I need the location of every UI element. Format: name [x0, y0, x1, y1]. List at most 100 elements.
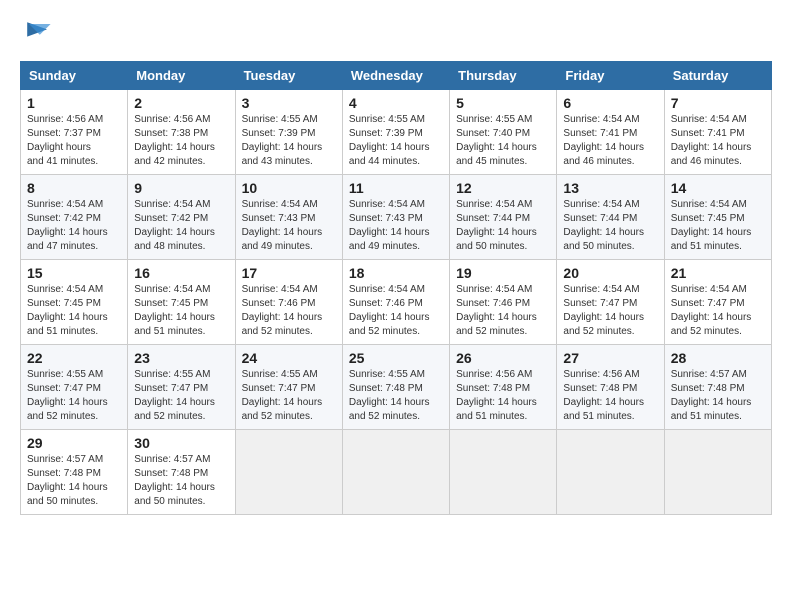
day-cell-8: 8 Sunrise: 4:54 AMSunset: 7:42 PMDaylight…	[21, 175, 128, 260]
day-info: Sunrise: 4:55 AMSunset: 7:47 PMDaylight:…	[27, 368, 121, 424]
day-info: Sunrise: 4:56 AMSunset: 7:38 PMDaylight:…	[134, 113, 228, 169]
day-number: 21	[671, 265, 765, 281]
week-row-1: 8 Sunrise: 4:54 AMSunset: 7:42 PMDaylight…	[21, 175, 772, 260]
day-cell-16: 16 Sunrise: 4:54 AMSunset: 7:45 PMDayligh…	[128, 260, 235, 345]
day-number: 2	[134, 95, 228, 111]
day-cell-15: 15Sunrise: 4:54 AMSunset: 7:45 PMDayligh…	[21, 260, 128, 345]
day-info: Sunrise: 4:54 AMSunset: 7:46 PMDaylight:…	[456, 283, 550, 339]
calendar-header-row: SundayMondayTuesdayWednesdayThursdayFrid…	[21, 62, 772, 90]
day-info: Sunrise: 4:56 AMSunset: 7:37 PMDaylight …	[27, 113, 121, 169]
day-cell-13: 13 Sunrise: 4:54 AMSunset: 7:44 PMDayligh…	[557, 175, 664, 260]
day-number: 19	[456, 265, 550, 281]
day-info: Sunrise: 4:54 AMSunset: 7:44 PMDaylight:…	[563, 198, 657, 254]
day-number: 3	[242, 95, 336, 111]
day-cell-1: 1 Sunrise: 4:56 AMSunset: 7:37 PMDaylight…	[21, 90, 128, 175]
day-cell-29: 29 Sunrise: 4:57 AMSunset: 7:48 PMDayligh…	[21, 430, 128, 515]
day-number: 13	[563, 180, 657, 196]
page: SundayMondayTuesdayWednesdayThursdayFrid…	[0, 0, 792, 612]
day-info: Sunrise: 4:57 AMSunset: 7:48 PMDaylight:…	[671, 368, 765, 424]
day-header-thursday: Thursday	[450, 62, 557, 90]
day-cell-25: 25 Sunrise: 4:55 AMSunset: 7:48 PMDayligh…	[342, 345, 449, 430]
day-info: Sunrise: 4:54 AMSunset: 7:42 PMDaylight:…	[27, 198, 121, 254]
day-number: 5	[456, 95, 550, 111]
day-cell-5: 5 Sunrise: 4:55 AMSunset: 7:40 PMDaylight…	[450, 90, 557, 175]
day-info: Sunrise: 4:56 AMSunset: 7:48 PMDaylight:…	[563, 368, 657, 424]
day-info: Sunrise: 4:54 AMSunset: 7:43 PMDaylight:…	[349, 198, 443, 254]
day-cell-7: 7Sunrise: 4:54 AMSunset: 7:41 PMDaylight…	[664, 90, 771, 175]
day-number: 8	[27, 180, 121, 196]
empty-cell	[557, 430, 664, 515]
day-header-saturday: Saturday	[664, 62, 771, 90]
day-cell-4: 4 Sunrise: 4:55 AMSunset: 7:39 PMDaylight…	[342, 90, 449, 175]
day-number: 23	[134, 350, 228, 366]
day-info: Sunrise: 4:55 AMSunset: 7:48 PMDaylight:…	[349, 368, 443, 424]
day-info: Sunrise: 4:55 AMSunset: 7:39 PMDaylight:…	[242, 113, 336, 169]
day-cell-20: 20Sunrise: 4:54 AMSunset: 7:47 PMDayligh…	[557, 260, 664, 345]
week-row-0: 1 Sunrise: 4:56 AMSunset: 7:37 PMDaylight…	[21, 90, 772, 175]
day-info: Sunrise: 4:54 AMSunset: 7:46 PMDaylight:…	[242, 283, 336, 339]
day-cell-18: 18Sunrise: 4:54 AMSunset: 7:46 PMDayligh…	[342, 260, 449, 345]
day-cell-3: 3 Sunrise: 4:55 AMSunset: 7:39 PMDaylight…	[235, 90, 342, 175]
day-info: Sunrise: 4:57 AMSunset: 7:48 PMDaylight:…	[27, 453, 121, 509]
day-header-wednesday: Wednesday	[342, 62, 449, 90]
day-cell-10: 10 Sunrise: 4:54 AMSunset: 7:43 PMDayligh…	[235, 175, 342, 260]
day-cell-11: 11Sunrise: 4:54 AMSunset: 7:43 PMDayligh…	[342, 175, 449, 260]
day-number: 15	[27, 265, 121, 281]
calendar: SundayMondayTuesdayWednesdayThursdayFrid…	[20, 61, 772, 515]
header	[20, 15, 772, 51]
day-number: 6	[563, 95, 657, 111]
day-number: 22	[27, 350, 121, 366]
day-number: 4	[349, 95, 443, 111]
day-number: 29	[27, 435, 121, 451]
day-cell-17: 17 Sunrise: 4:54 AMSunset: 7:46 PMDayligh…	[235, 260, 342, 345]
day-number: 9	[134, 180, 228, 196]
day-number: 30	[134, 435, 228, 451]
day-info: Sunrise: 4:54 AMSunset: 7:45 PMDaylight:…	[671, 198, 765, 254]
day-cell-21: 21Sunrise: 4:54 AMSunset: 7:47 PMDayligh…	[664, 260, 771, 345]
empty-cell	[664, 430, 771, 515]
logo	[20, 15, 62, 51]
day-cell-22: 22 Sunrise: 4:55 AMSunset: 7:47 PMDayligh…	[21, 345, 128, 430]
day-info: Sunrise: 4:55 AMSunset: 7:47 PMDaylight:…	[134, 368, 228, 424]
day-cell-28: 28 Sunrise: 4:57 AMSunset: 7:48 PMDayligh…	[664, 345, 771, 430]
day-info: Sunrise: 4:54 AMSunset: 7:47 PMDaylight:…	[563, 283, 657, 339]
day-number: 17	[242, 265, 336, 281]
day-cell-24: 24Sunrise: 4:55 AMSunset: 7:47 PMDayligh…	[235, 345, 342, 430]
day-cell-19: 19 Sunrise: 4:54 AMSunset: 7:46 PMDayligh…	[450, 260, 557, 345]
day-number: 28	[671, 350, 765, 366]
day-info: Sunrise: 4:54 AMSunset: 7:42 PMDaylight:…	[134, 198, 228, 254]
day-info: Sunrise: 4:57 AMSunset: 7:48 PMDaylight:…	[134, 453, 228, 509]
week-row-3: 22 Sunrise: 4:55 AMSunset: 7:47 PMDayligh…	[21, 345, 772, 430]
day-info: Sunrise: 4:54 AMSunset: 7:41 PMDaylight:…	[563, 113, 657, 169]
day-number: 10	[242, 180, 336, 196]
day-header-monday: Monday	[128, 62, 235, 90]
day-info: Sunrise: 4:55 AMSunset: 7:40 PMDaylight:…	[456, 113, 550, 169]
empty-cell	[450, 430, 557, 515]
day-cell-14: 14 Sunrise: 4:54 AMSunset: 7:45 PMDayligh…	[664, 175, 771, 260]
day-info: Sunrise: 4:54 AMSunset: 7:43 PMDaylight:…	[242, 198, 336, 254]
day-cell-6: 6 Sunrise: 4:54 AMSunset: 7:41 PMDaylight…	[557, 90, 664, 175]
day-info: Sunrise: 4:56 AMSunset: 7:48 PMDaylight:…	[456, 368, 550, 424]
day-info: Sunrise: 4:54 AMSunset: 7:45 PMDaylight:…	[134, 283, 228, 339]
day-number: 25	[349, 350, 443, 366]
day-number: 27	[563, 350, 657, 366]
day-info: Sunrise: 4:55 AMSunset: 7:39 PMDaylight:…	[349, 113, 443, 169]
empty-cell	[235, 430, 342, 515]
week-row-2: 15 Sunrise: 4:54 AMSunset: 7:45 PMDayligh…	[21, 260, 772, 345]
empty-cell	[342, 430, 449, 515]
day-header-tuesday: Tuesday	[235, 62, 342, 90]
day-cell-9: 9 Sunrise: 4:54 AMSunset: 7:42 PMDaylight…	[128, 175, 235, 260]
day-number: 12	[456, 180, 550, 196]
day-number: 24	[242, 350, 336, 366]
day-info: Sunrise: 4:54 AMSunset: 7:41 PMDaylight:…	[671, 113, 765, 169]
day-number: 16	[134, 265, 228, 281]
day-cell-30: 30 Sunrise: 4:57 AMSunset: 7:48 PMDayligh…	[128, 430, 235, 515]
day-cell-27: 27 Sunrise: 4:56 AMSunset: 7:48 PMDayligh…	[557, 345, 664, 430]
day-number: 14	[671, 180, 765, 196]
day-cell-26: 26 Sunrise: 4:56 AMSunset: 7:48 PMDayligh…	[450, 345, 557, 430]
day-number: 26	[456, 350, 550, 366]
logo-icon	[20, 15, 56, 51]
day-number: 1	[27, 95, 121, 111]
day-header-friday: Friday	[557, 62, 664, 90]
day-cell-12: 12Sunrise: 4:54 AMSunset: 7:44 PMDayligh…	[450, 175, 557, 260]
